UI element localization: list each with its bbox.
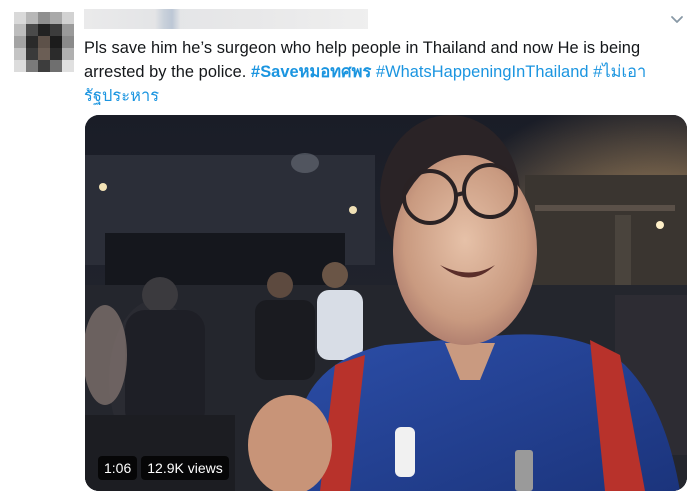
video-views: 12.9K views (141, 456, 229, 480)
author-name-redacted[interactable] (84, 9, 368, 29)
video-duration: 1:06 (98, 456, 138, 480)
avatar[interactable] (14, 12, 74, 72)
video-meta: 1:06 12.9K views (98, 456, 229, 480)
chevron-down-icon[interactable] (668, 10, 686, 28)
video-player[interactable] (85, 115, 687, 491)
video-frame (85, 115, 687, 491)
hashtag-link[interactable]: #Saveหมอทศพร (251, 63, 371, 81)
tweet-text: Pls save him he’s surgeon who help peopl… (84, 36, 684, 108)
hashtag-link[interactable]: #WhatsHappeningInThailand (376, 63, 589, 81)
tweet-card[interactable]: Pls save him he’s surgeon who help peopl… (0, 0, 700, 501)
